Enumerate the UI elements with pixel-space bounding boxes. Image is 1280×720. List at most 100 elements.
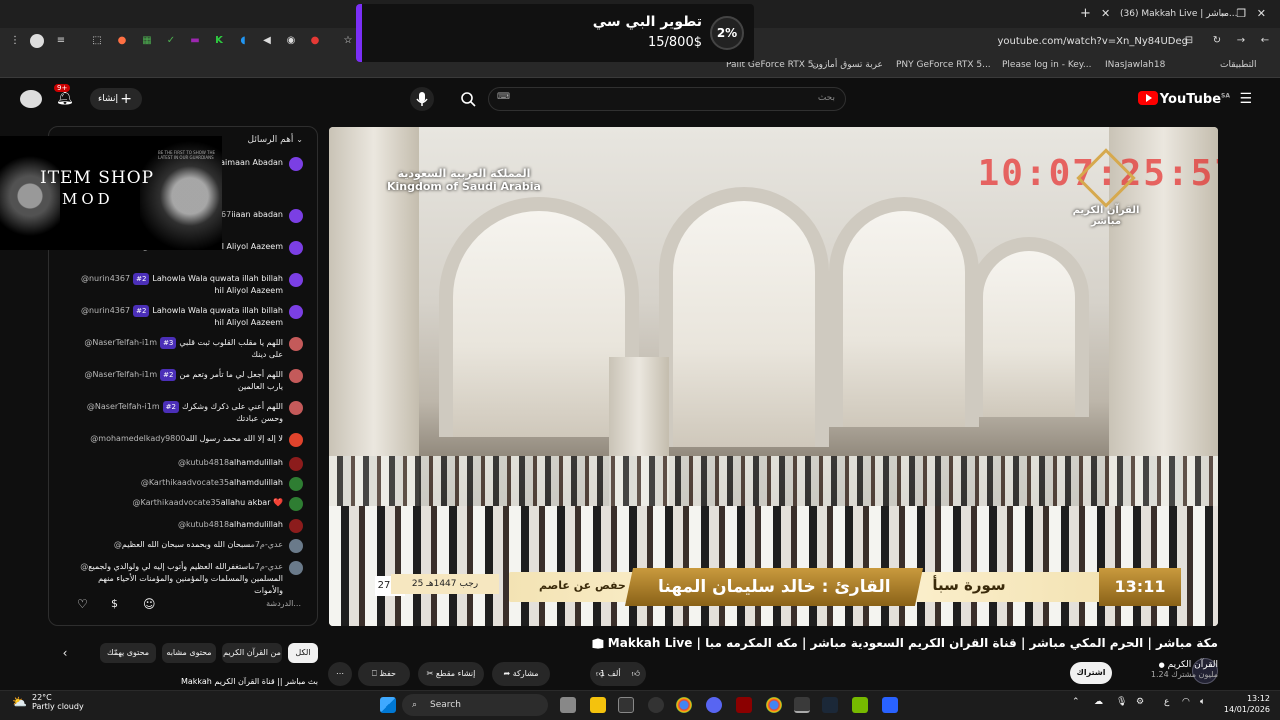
tray-icon[interactable]: ⚙	[1136, 697, 1144, 707]
voice-search-button[interactable]	[410, 87, 434, 111]
chat-avatar[interactable]	[289, 209, 303, 223]
save-button[interactable]: ⎕ حفظ	[358, 662, 410, 686]
bookmark[interactable]: عربة تسوق أمازون	[812, 60, 883, 70]
speaker-icon[interactable]: ◀	[260, 34, 274, 48]
extension-icon[interactable]: ✓	[164, 34, 178, 48]
chat-avatar[interactable]	[289, 305, 303, 319]
chat-avatar[interactable]	[289, 561, 303, 575]
app-icon[interactable]	[618, 697, 634, 713]
volume-icon[interactable]: 🔈︎	[1200, 697, 1205, 707]
forward-icon[interactable]: →	[1234, 34, 1248, 48]
chat-author[interactable]: @NaserTelfah-i1m	[84, 338, 157, 347]
search-button[interactable]	[452, 87, 484, 111]
chat-author[interactable]: @nurin4367	[81, 306, 130, 315]
install-icon[interactable]: ⊟	[1182, 34, 1196, 48]
extension-icon[interactable]: ●	[308, 34, 322, 48]
chat-avatar[interactable]	[289, 369, 303, 383]
chat-author[interactable]: @Karthikaadvocate35	[141, 478, 229, 487]
chat-avatar[interactable]	[289, 157, 303, 171]
youtube-logo[interactable]: YouTubeSA	[1137, 91, 1230, 107]
back-icon[interactable]: ←	[1258, 34, 1272, 48]
settings-icon[interactable]	[648, 697, 664, 713]
hamburger-menu-icon[interactable]: ☰	[1239, 91, 1252, 107]
chat-input[interactable]: الدردشة... ☺ $ ♡	[57, 593, 309, 617]
extension-icon[interactable]: K	[212, 34, 226, 48]
bookmark-star-icon[interactable]: ☆	[341, 34, 355, 48]
chevron-up-icon[interactable]: ⌃	[1072, 697, 1080, 707]
chat-avatar[interactable]	[289, 273, 303, 287]
chevron-left-icon[interactable]: ‹	[54, 643, 76, 663]
video-player[interactable]: المملكة العربية السعودية Kingdom of Saud…	[329, 127, 1218, 626]
chat-avatar[interactable]	[289, 401, 303, 415]
notifications-bell-icon[interactable]: 🔔︎	[56, 90, 74, 106]
keyboard-icon[interactable]: ⌨	[497, 92, 510, 102]
chip-from-channel[interactable]: من القرآن الكريم	[222, 643, 282, 663]
windows-start-icon[interactable]	[380, 697, 396, 713]
next-video-title[interactable]: Makkah بث مباشر || قناة القرآن الكريم	[76, 677, 318, 686]
chat-author[interactable]: @nurin4367	[81, 274, 130, 283]
bookmark[interactable]: Please log in - Key...	[1002, 60, 1091, 70]
chat-avatar[interactable]	[289, 497, 303, 511]
bookmark[interactable]: PNY GeForce RTX 5...	[896, 60, 991, 70]
close-tab-icon[interactable]: ✕	[1101, 4, 1110, 24]
chat-avatar[interactable]	[289, 539, 303, 553]
chat-avatar[interactable]	[289, 519, 303, 533]
create-button[interactable]: إنشاء +	[90, 88, 142, 110]
extension-icon[interactable]: ≡	[54, 34, 68, 48]
tray-icon[interactable]: ☁	[1094, 697, 1103, 707]
microphone-icon[interactable]: 🎙︎	[1116, 697, 1127, 707]
profile-avatar[interactable]	[30, 34, 44, 48]
chat-avatar[interactable]	[289, 337, 303, 351]
chip-similar[interactable]: محتوى مشابه	[162, 643, 216, 663]
chat-author[interactable]: @Karthikaadvocate35	[132, 498, 220, 507]
file-explorer-icon[interactable]	[590, 697, 606, 713]
app-icon[interactable]	[882, 697, 898, 713]
search-input[interactable]: بحث ⌨	[488, 87, 846, 111]
heart-icon[interactable]: ♡	[77, 597, 88, 611]
app-icon[interactable]	[736, 697, 752, 713]
chat-avatar[interactable]	[289, 433, 303, 447]
steam-icon[interactable]	[822, 697, 838, 713]
language-indicator[interactable]: ع	[1164, 697, 1169, 707]
chrome-icon[interactable]	[676, 697, 692, 713]
extension-icon[interactable]: ●	[115, 34, 129, 48]
reload-icon[interactable]: ↻	[1210, 34, 1224, 48]
extension-icon[interactable]: ⬚	[90, 34, 104, 48]
system-clock[interactable]: 13:12 14/01/2026	[1224, 693, 1270, 715]
account-avatar[interactable]	[20, 90, 42, 108]
chat-author[interactable]: @mohamedelkady9800	[90, 434, 185, 443]
channel-info[interactable]: ● القرآن الكريم 1.24 مليون مشترك	[1151, 660, 1218, 679]
extension-icon[interactable]: ◖	[236, 34, 250, 48]
chip-for-you[interactable]: محتوى يهمّك	[100, 643, 156, 663]
chat-avatar[interactable]	[289, 241, 303, 255]
extension-icon[interactable]: ▦	[140, 34, 154, 48]
chat-author[interactable]: @NaserTelfah-i1m	[87, 402, 160, 411]
super-chat-icon[interactable]: $	[111, 597, 118, 610]
discord-icon[interactable]	[706, 697, 722, 713]
extension-icon[interactable]: ◉	[284, 34, 298, 48]
menu-dots-icon[interactable]: ⋮	[8, 34, 22, 48]
chat-filter-dropdown[interactable]: أهم الرسائل ⌄	[248, 135, 304, 145]
chip-all[interactable]: الكل	[288, 643, 318, 663]
wifi-icon[interactable]: ◠	[1182, 697, 1190, 707]
weather-widget[interactable]: ⛅ 22°C Partly cloudy	[12, 693, 84, 711]
chat-avatar[interactable]	[289, 477, 303, 491]
more-actions-button[interactable]: ⋯	[328, 662, 352, 686]
emoji-icon[interactable]: ☺	[143, 597, 156, 611]
taskbar-search[interactable]: ⌕ Search	[402, 694, 548, 716]
share-button[interactable]: ➦ مشاركة	[492, 662, 550, 686]
address-bar[interactable]: youtube.com/watch?v=Xn_Ny84UDeg	[997, 36, 1188, 47]
new-tab-icon[interactable]: +	[1080, 4, 1091, 24]
like-dislike-button[interactable]: 👎︎ 1 ألف 👍︎	[590, 662, 646, 686]
task-view-icon[interactable]	[560, 697, 576, 713]
chat-author[interactable]: @NaserTelfah-i1m	[84, 370, 157, 379]
bookmark[interactable]: INasJawlah18	[1105, 60, 1165, 70]
extension-icon[interactable]: ▬	[188, 34, 202, 48]
chrome-icon[interactable]	[766, 697, 782, 713]
clip-button[interactable]: ✂ إنشاء مقطع	[418, 662, 484, 686]
chat-author[interactable]: @kutub4818	[178, 520, 229, 529]
browser-tab-active[interactable]: (36) Makkah Live | مباشر...	[1120, 4, 1238, 24]
bookmark-apps[interactable]: التطبيقات	[1220, 60, 1257, 70]
nvidia-icon[interactable]	[852, 697, 868, 713]
subscribe-button[interactable]: اشتراك	[1070, 662, 1112, 684]
